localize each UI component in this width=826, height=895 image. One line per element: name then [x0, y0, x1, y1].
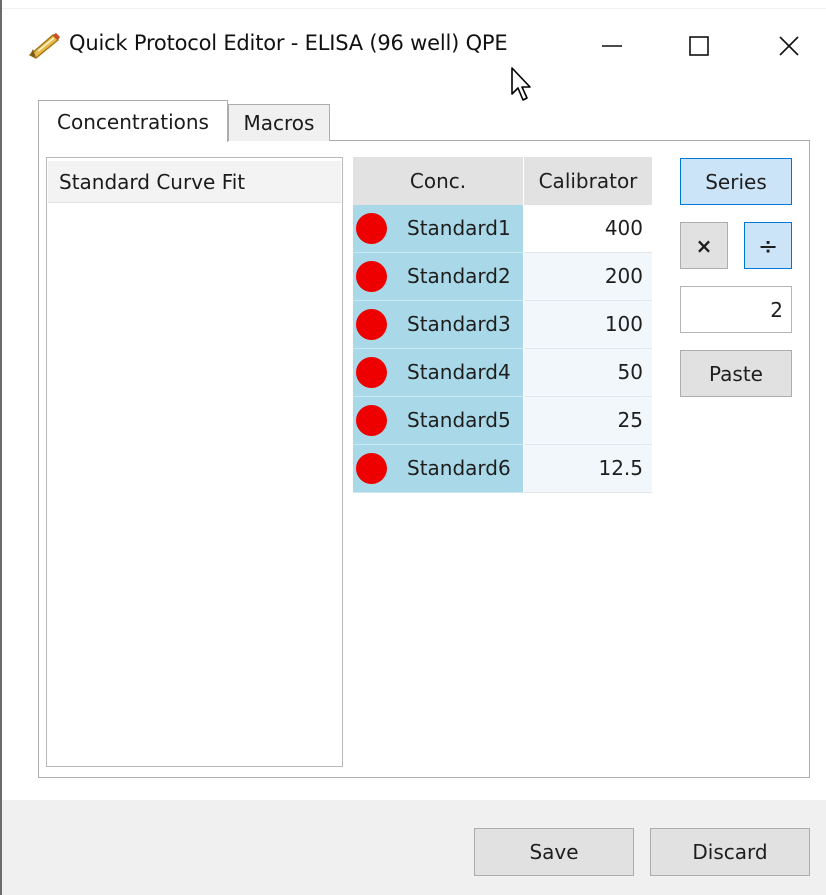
calibrator-value-cell[interactable]: 12.5: [523, 445, 652, 493]
status-marker: [356, 309, 387, 340]
row-name-cell[interactable]: Standard5: [353, 397, 523, 445]
discard-button[interactable]: Discard: [650, 828, 810, 876]
calibrator-value-cell[interactable]: 100: [523, 301, 652, 349]
list-item-standard-curve-fit[interactable]: Standard Curve Fit: [48, 161, 341, 203]
row-name: Standard2: [407, 264, 511, 288]
maximize-icon: [689, 36, 709, 56]
series-factor-input[interactable]: [680, 286, 792, 333]
table-row[interactable]: Standard5 25: [353, 397, 652, 445]
table-row[interactable]: Standard4 50: [353, 349, 652, 397]
calibrator-value-cell[interactable]: 400: [523, 205, 652, 253]
status-marker: [356, 405, 387, 436]
table-row[interactable]: Standard6 12.5: [353, 445, 652, 493]
window-title: Quick Protocol Editor - ELISA (96 well) …: [69, 31, 508, 55]
row-name-cell[interactable]: Standard2: [353, 253, 523, 301]
status-marker: [356, 261, 387, 292]
multiply-button[interactable]: ×: [680, 222, 728, 269]
status-marker: [356, 357, 387, 388]
row-name-cell[interactable]: Standard1: [353, 205, 523, 253]
table-row[interactable]: Standard2 200: [353, 253, 652, 301]
row-name: Standard3: [407, 312, 511, 336]
column-header-calibrator[interactable]: Calibrator: [523, 157, 652, 205]
tab-concentrations[interactable]: Concentrations: [38, 100, 228, 142]
status-marker: [356, 213, 387, 244]
calibrator-value-cell[interactable]: 25: [523, 397, 652, 445]
paste-button[interactable]: Paste: [680, 350, 792, 397]
row-name: Standard5: [407, 408, 511, 432]
save-button[interactable]: Save: [474, 828, 634, 876]
minimize-icon: [602, 45, 622, 47]
series-button[interactable]: Series: [680, 158, 792, 205]
divide-button[interactable]: ÷: [744, 222, 792, 269]
row-name: Standard1: [407, 216, 511, 240]
row-name-cell[interactable]: Standard6: [353, 445, 523, 493]
concentrations-grid[interactable]: Conc. Calibrator Standard1 400 Standard2…: [353, 157, 652, 493]
minimize-button[interactable]: [582, 21, 642, 71]
curve-fit-list[interactable]: Standard Curve Fit: [46, 157, 343, 767]
calibrator-value-cell[interactable]: 50: [523, 349, 652, 397]
status-marker: [356, 453, 387, 484]
row-name: Standard6: [407, 456, 511, 480]
title-bar[interactable]: Quick Protocol Editor - ELISA (96 well) …: [2, 9, 826, 101]
window-top-edge: [2, 0, 826, 9]
column-header-conc[interactable]: Conc.: [353, 157, 523, 205]
close-button[interactable]: [759, 21, 819, 71]
table-row[interactable]: Standard1 400: [353, 205, 652, 253]
row-name-cell[interactable]: Standard3: [353, 301, 523, 349]
row-name: Standard4: [407, 360, 511, 384]
quick-protocol-editor-window: Quick Protocol Editor - ELISA (96 well) …: [0, 0, 826, 895]
table-row[interactable]: Standard3 100: [353, 301, 652, 349]
maximize-button[interactable]: [669, 21, 729, 71]
row-name-cell[interactable]: Standard4: [353, 349, 523, 397]
tab-macros[interactable]: Macros: [228, 104, 330, 141]
calibrator-value-cell[interactable]: 200: [523, 253, 652, 301]
mouse-pointer-icon: [511, 67, 531, 101]
pencil-icon: [28, 33, 60, 59]
close-icon: [779, 36, 799, 56]
